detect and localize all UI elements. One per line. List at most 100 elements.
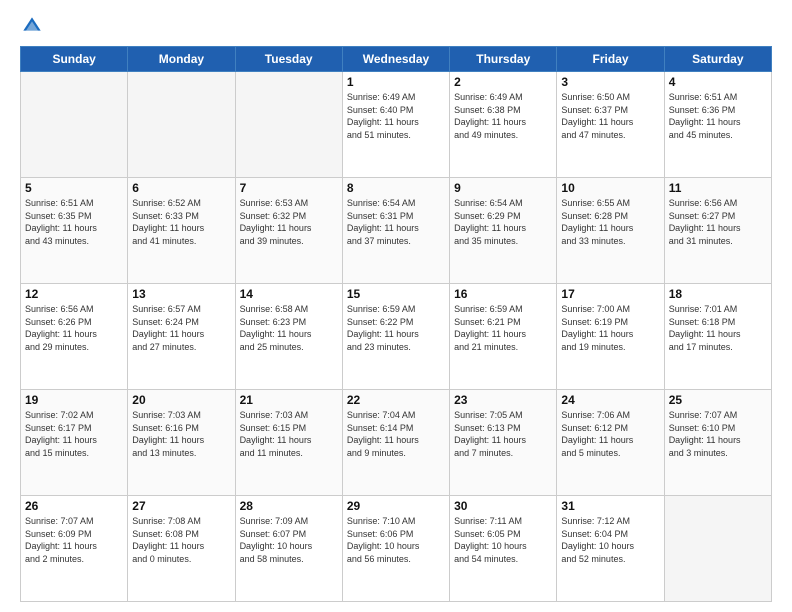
day-number: 1 (347, 75, 445, 89)
day-number: 7 (240, 181, 338, 195)
weekday-header: Monday (128, 47, 235, 72)
day-info: Sunrise: 6:53 AM Sunset: 6:32 PM Dayligh… (240, 197, 338, 247)
calendar-cell: 13 Sunrise: 6:57 AM Sunset: 6:24 PM Dayli… (128, 284, 235, 390)
calendar-week-row: 12 Sunrise: 6:56 AM Sunset: 6:26 PM Dayli… (21, 284, 772, 390)
page: SundayMondayTuesdayWednesdayThursdayFrid… (0, 0, 792, 612)
day-info: Sunrise: 7:10 AM Sunset: 6:06 PM Dayligh… (347, 515, 445, 565)
day-number: 26 (25, 499, 123, 513)
day-number: 11 (669, 181, 767, 195)
calendar-cell: 30Sunrise: 7:11 AM Sunset: 6:05 PM Dayli… (450, 496, 557, 602)
day-number: 14 (240, 287, 338, 301)
day-number: 23 (454, 393, 552, 407)
day-info: Sunrise: 6:54 AM Sunset: 6:29 PM Dayligh… (454, 197, 552, 247)
day-number: 10 (561, 181, 659, 195)
calendar-cell: 7 Sunrise: 6:53 AM Sunset: 6:32 PM Daylig… (235, 178, 342, 284)
calendar-cell: 29 Sunrise: 7:10 AM Sunset: 6:06 PM Dayli… (342, 496, 449, 602)
day-info: Sunrise: 7:09 AM Sunset: 6:07 PM Dayligh… (240, 515, 338, 565)
day-info: Sunrise: 6:51 AM Sunset: 6:36 PM Dayligh… (669, 91, 767, 141)
day-info: Sunrise: 6:54 AM Sunset: 6:31 PM Dayligh… (347, 197, 445, 247)
day-info: Sunrise: 7:05 AM Sunset: 6:13 PM Dayligh… (454, 409, 552, 459)
day-number: 5 (25, 181, 123, 195)
day-number: 27 (132, 499, 230, 513)
day-info: Sunrise: 7:07 AM Sunset: 6:10 PM Dayligh… (669, 409, 767, 459)
day-number: 4 (669, 75, 767, 89)
calendar-cell: 9 Sunrise: 6:54 AM Sunset: 6:29 PM Daylig… (450, 178, 557, 284)
weekday-header: Sunday (21, 47, 128, 72)
day-info: Sunrise: 7:03 AM Sunset: 6:15 PM Dayligh… (240, 409, 338, 459)
day-number: 21 (240, 393, 338, 407)
day-number: 24 (561, 393, 659, 407)
day-info: Sunrise: 7:12 AM Sunset: 6:04 PM Dayligh… (561, 515, 659, 565)
day-info: Sunrise: 7:06 AM Sunset: 6:12 PM Dayligh… (561, 409, 659, 459)
day-number: 20 (132, 393, 230, 407)
day-info: Sunrise: 7:08 AM Sunset: 6:08 PM Dayligh… (132, 515, 230, 565)
calendar-cell: 1 Sunrise: 6:49 AM Sunset: 6:40 PM Daylig… (342, 72, 449, 178)
day-number: 9 (454, 181, 552, 195)
day-info: Sunrise: 6:50 AM Sunset: 6:37 PM Dayligh… (561, 91, 659, 141)
calendar-cell: 16 Sunrise: 6:59 AM Sunset: 6:21 PM Dayli… (450, 284, 557, 390)
calendar-cell: 23 Sunrise: 7:05 AM Sunset: 6:13 PM Dayli… (450, 390, 557, 496)
calendar-cell: 21 Sunrise: 7:03 AM Sunset: 6:15 PM Dayli… (235, 390, 342, 496)
calendar-week-row: 1 Sunrise: 6:49 AM Sunset: 6:40 PM Daylig… (21, 72, 772, 178)
day-info: Sunrise: 6:55 AM Sunset: 6:28 PM Dayligh… (561, 197, 659, 247)
calendar-week-row: 19Sunrise: 7:02 AM Sunset: 6:17 PM Dayli… (21, 390, 772, 496)
day-number: 17 (561, 287, 659, 301)
day-number: 25 (669, 393, 767, 407)
calendar-cell: 31 Sunrise: 7:12 AM Sunset: 6:04 PM Dayli… (557, 496, 664, 602)
weekday-header: Friday (557, 47, 664, 72)
day-info: Sunrise: 6:49 AM Sunset: 6:38 PM Dayligh… (454, 91, 552, 141)
calendar-week-row: 26Sunrise: 7:07 AM Sunset: 6:09 PM Dayli… (21, 496, 772, 602)
day-info: Sunrise: 6:58 AM Sunset: 6:23 PM Dayligh… (240, 303, 338, 353)
calendar-cell: 24 Sunrise: 7:06 AM Sunset: 6:12 PM Dayli… (557, 390, 664, 496)
day-number: 28 (240, 499, 338, 513)
weekday-header: Thursday (450, 47, 557, 72)
calendar-cell: 8 Sunrise: 6:54 AM Sunset: 6:31 PM Daylig… (342, 178, 449, 284)
day-number: 6 (132, 181, 230, 195)
day-number: 2 (454, 75, 552, 89)
day-number: 8 (347, 181, 445, 195)
day-info: Sunrise: 6:56 AM Sunset: 6:26 PM Dayligh… (25, 303, 123, 353)
calendar-cell: 5 Sunrise: 6:51 AM Sunset: 6:35 PM Daylig… (21, 178, 128, 284)
header (20, 16, 772, 36)
calendar-cell: 2 Sunrise: 6:49 AM Sunset: 6:38 PM Daylig… (450, 72, 557, 178)
calendar-week-row: 5 Sunrise: 6:51 AM Sunset: 6:35 PM Daylig… (21, 178, 772, 284)
day-number: 13 (132, 287, 230, 301)
day-number: 30 (454, 499, 552, 513)
logo-icon (22, 16, 42, 36)
calendar-cell: 14 Sunrise: 6:58 AM Sunset: 6:23 PM Dayli… (235, 284, 342, 390)
day-number: 15 (347, 287, 445, 301)
day-number: 12 (25, 287, 123, 301)
calendar-cell (21, 72, 128, 178)
day-info: Sunrise: 7:03 AM Sunset: 6:16 PM Dayligh… (132, 409, 230, 459)
calendar-cell (235, 72, 342, 178)
day-number: 31 (561, 499, 659, 513)
day-info: Sunrise: 6:56 AM Sunset: 6:27 PM Dayligh… (669, 197, 767, 247)
calendar-cell: 11 Sunrise: 6:56 AM Sunset: 6:27 PM Dayli… (664, 178, 771, 284)
day-info: Sunrise: 7:01 AM Sunset: 6:18 PM Dayligh… (669, 303, 767, 353)
day-info: Sunrise: 6:59 AM Sunset: 6:21 PM Dayligh… (454, 303, 552, 353)
calendar-cell: 12 Sunrise: 6:56 AM Sunset: 6:26 PM Dayli… (21, 284, 128, 390)
calendar-cell: 15 Sunrise: 6:59 AM Sunset: 6:22 PM Dayli… (342, 284, 449, 390)
calendar-cell: 28 Sunrise: 7:09 AM Sunset: 6:07 PM Dayli… (235, 496, 342, 602)
day-number: 18 (669, 287, 767, 301)
calendar-cell (664, 496, 771, 602)
calendar-cell: 6Sunrise: 6:52 AM Sunset: 6:33 PM Daylig… (128, 178, 235, 284)
calendar-cell: 25 Sunrise: 7:07 AM Sunset: 6:10 PM Dayli… (664, 390, 771, 496)
weekday-header-row: SundayMondayTuesdayWednesdayThursdayFrid… (21, 47, 772, 72)
calendar-table: SundayMondayTuesdayWednesdayThursdayFrid… (20, 46, 772, 602)
calendar-cell (128, 72, 235, 178)
day-number: 29 (347, 499, 445, 513)
day-number: 16 (454, 287, 552, 301)
day-number: 3 (561, 75, 659, 89)
day-info: Sunrise: 6:49 AM Sunset: 6:40 PM Dayligh… (347, 91, 445, 141)
weekday-header: Tuesday (235, 47, 342, 72)
calendar-cell: 26Sunrise: 7:07 AM Sunset: 6:09 PM Dayli… (21, 496, 128, 602)
calendar-cell: 27 Sunrise: 7:08 AM Sunset: 6:08 PM Dayli… (128, 496, 235, 602)
calendar-cell: 18 Sunrise: 7:01 AM Sunset: 6:18 PM Dayli… (664, 284, 771, 390)
day-info: Sunrise: 6:51 AM Sunset: 6:35 PM Dayligh… (25, 197, 123, 247)
day-info: Sunrise: 6:59 AM Sunset: 6:22 PM Dayligh… (347, 303, 445, 353)
logo (20, 16, 42, 36)
day-info: Sunrise: 6:57 AM Sunset: 6:24 PM Dayligh… (132, 303, 230, 353)
calendar-cell: 17Sunrise: 7:00 AM Sunset: 6:19 PM Dayli… (557, 284, 664, 390)
calendar-cell: 3 Sunrise: 6:50 AM Sunset: 6:37 PM Daylig… (557, 72, 664, 178)
